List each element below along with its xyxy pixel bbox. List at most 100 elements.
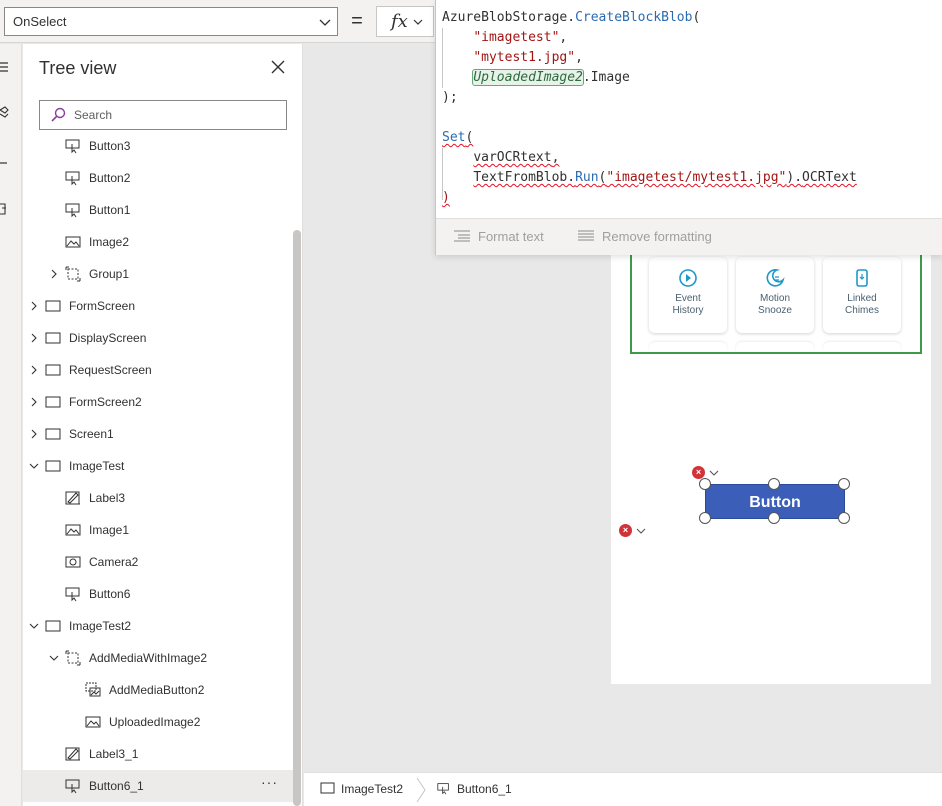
tree-item-camera2[interactable]: Camera2 (23, 546, 297, 578)
resize-handle[interactable] (699, 478, 711, 490)
tree-item-addmediabutton2[interactable]: AddMediaButton2 (23, 674, 297, 706)
tree-item-label: Group1 (89, 267, 130, 281)
tile-label: Motion Snooze (758, 293, 792, 316)
breadcrumb-separator-icon (416, 777, 426, 803)
tree-view-title: Tree view (39, 58, 117, 78)
chime-icon (856, 269, 868, 287)
tree-item-label: DisplayScreen (69, 331, 147, 345)
code-token: "mytest1.jpg" (473, 50, 576, 65)
formula-editor[interactable]: AzureBlobStorage.CreateBlockBlob( "image… (435, 0, 942, 255)
tile-linked-chimes[interactable]: Linked Chimes (823, 257, 901, 333)
chevron-down-icon (413, 19, 423, 25)
breadcrumb-screen[interactable]: ImageTest2 (320, 782, 403, 796)
tree-item-label: UploadedImage2 (109, 715, 201, 729)
tree-item-image1[interactable]: Image1 (23, 514, 297, 546)
chevron-right-icon[interactable] (29, 365, 39, 375)
chevron-right-icon[interactable] (29, 301, 39, 311)
code-token: UploadedImage2 (472, 69, 584, 86)
tree-item-button3[interactable]: Button3 (23, 130, 297, 162)
tree-item-formscreen[interactable]: FormScreen (23, 290, 297, 322)
tree-item-imagetest2[interactable]: ImageTest2 (23, 610, 297, 642)
button-icon (65, 587, 80, 602)
tree-search-box[interactable] (39, 100, 287, 130)
tree-item-displayscreen[interactable]: DisplayScreen (23, 322, 297, 354)
search-input[interactable] (74, 105, 274, 125)
code-token: Set (442, 130, 466, 145)
tree-scrollbar[interactable] (293, 230, 301, 806)
data-icon[interactable] (0, 202, 14, 216)
breadcrumb-control[interactable]: Button6_1 (436, 782, 512, 796)
history-icon (679, 269, 697, 287)
fx-button[interactable]: fx (376, 6, 434, 37)
tree-item-label3-1[interactable]: Label3_1 (23, 738, 297, 770)
tree-item-image2[interactable]: Image2 (23, 226, 297, 258)
chevron-right-icon[interactable] (29, 397, 39, 407)
tree-item-label: Label3_1 (89, 747, 139, 761)
image-icon (65, 236, 81, 248)
code-token: ). (786, 170, 803, 185)
tile-label: Event History (672, 293, 704, 316)
formula-code[interactable]: AzureBlobStorage.CreateBlockBlob( "image… (442, 8, 940, 213)
label-icon (65, 491, 80, 505)
camera-icon (65, 556, 81, 568)
tree-item-formscreen2[interactable]: FormScreen2 (23, 386, 297, 418)
chevron-down-icon[interactable] (636, 526, 646, 536)
chevron-right-icon[interactable] (29, 333, 39, 343)
group-icon (65, 650, 81, 666)
image-icon (85, 716, 101, 728)
more-options-button[interactable]: ··· (261, 774, 278, 790)
resize-handle[interactable] (768, 478, 780, 490)
remove-formatting-button[interactable]: Remove formatting (578, 229, 712, 244)
breadcrumb-screen-label: ImageTest2 (341, 782, 404, 796)
tile-motion-snooze[interactable]: Motion Snooze (736, 257, 814, 333)
tree-item-uploadedimage2[interactable]: UploadedImage2 (23, 706, 297, 738)
format-text-button[interactable]: Format text (454, 229, 544, 244)
error-icon[interactable]: × (692, 466, 705, 479)
tree-item-button6-1[interactable]: Button6_1 ··· (23, 770, 297, 802)
tree-item-requestscreen[interactable]: RequestScreen (23, 354, 297, 386)
tree-item-label: Button6_1 (89, 779, 144, 793)
tree-item-label: ImageTest (69, 459, 125, 473)
code-token: AzureBlobStorage. (442, 10, 576, 25)
close-icon[interactable] (269, 58, 287, 76)
tile-partial (823, 342, 901, 352)
tree-item-button2[interactable]: Button2 (23, 162, 297, 194)
snooze-icon (766, 269, 785, 287)
screen-preview: Event History Motion Snooze Linked Chime… (611, 244, 931, 684)
tile-event-history[interactable]: Event History (649, 257, 727, 333)
search-icon (51, 107, 66, 122)
tree-item-imagetest[interactable]: ImageTest (23, 450, 297, 482)
tree-item-button6[interactable]: Button6 (23, 578, 297, 610)
tree-item-group1[interactable]: Group1 (23, 258, 297, 290)
chevron-right-icon[interactable] (49, 269, 59, 279)
tree-item-label: AddMediaWithImage2 (89, 651, 208, 665)
image-icon (65, 524, 81, 536)
screen-icon (45, 332, 61, 344)
tree-item-label: FormScreen2 (69, 395, 142, 409)
chevron-down-icon[interactable] (49, 653, 59, 663)
screen-icon (45, 428, 61, 440)
chevron-down-icon[interactable] (709, 468, 719, 478)
tree-item-label: Label3 (89, 491, 126, 505)
tile-partial (736, 342, 814, 352)
chevron-right-icon[interactable] (29, 429, 39, 439)
code-token: , (575, 50, 583, 65)
property-dropdown[interactable]: OnSelect (4, 7, 338, 36)
insert-icon[interactable] (0, 156, 14, 170)
tree-item-screen1[interactable]: Screen1 (23, 418, 297, 450)
tree-item-addmediawithimage2[interactable]: AddMediaWithImage2 (23, 642, 297, 674)
error-icon[interactable]: × (619, 524, 632, 537)
resize-handle[interactable] (838, 512, 850, 524)
hamburger-icon[interactable] (0, 60, 14, 74)
resize-handle[interactable] (768, 512, 780, 524)
layers-icon[interactable] (0, 106, 14, 120)
tree-item-label3[interactable]: Label3 (23, 482, 297, 514)
resize-handle[interactable] (699, 512, 711, 524)
button-icon (65, 139, 80, 154)
chevron-down-icon[interactable] (29, 461, 39, 471)
gallery-control[interactable]: Event History Motion Snooze Linked Chime… (630, 244, 922, 354)
code-token: ( (692, 10, 701, 25)
resize-handle[interactable] (838, 478, 850, 490)
tree-item-button1[interactable]: Button1 (23, 194, 297, 226)
chevron-down-icon[interactable] (29, 621, 39, 631)
